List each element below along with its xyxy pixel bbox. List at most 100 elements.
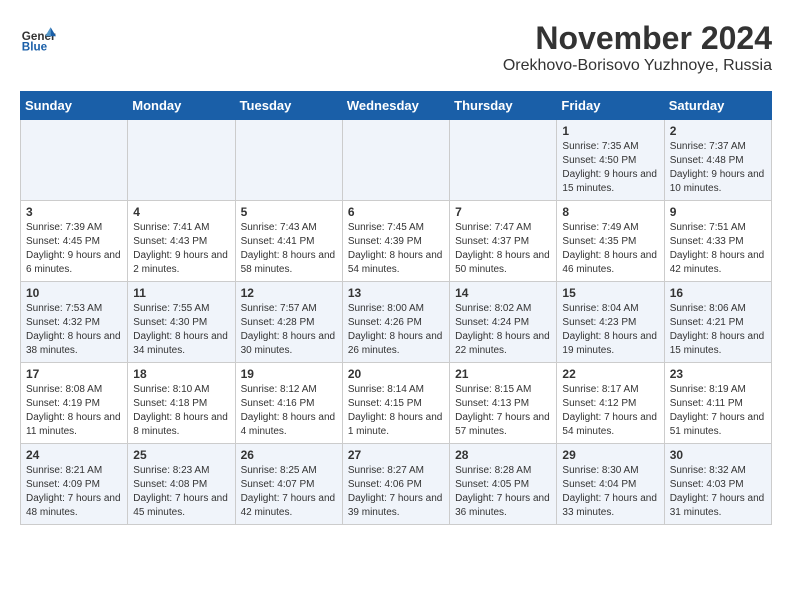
svg-text:Blue: Blue xyxy=(22,41,48,54)
day-info: Sunrise: 7:47 AM Sunset: 4:37 PM Dayligh… xyxy=(455,221,551,277)
calendar-cell: 12 Sunrise: 7:57 AM Sunset: 4:28 PM Dayli… xyxy=(235,282,342,363)
day-number: 12 xyxy=(241,286,337,300)
calendar-cell xyxy=(21,120,128,201)
calendar-body: 1 Sunrise: 7:35 AM Sunset: 4:50 PM Daylig… xyxy=(21,120,772,525)
calendar-cell: 13Sunrise: 8:00 AM Sunset: 4:26 PM Dayli… xyxy=(342,282,449,363)
day-number: 9 xyxy=(670,205,766,219)
day-info: Sunrise: 8:04 AM Sunset: 4:23 PM Dayligh… xyxy=(562,302,658,358)
day-number: 6 xyxy=(348,205,444,219)
calendar-cell: 30 Sunrise: 8:32 AM Sunset: 4:03 PM Dayli… xyxy=(664,444,771,525)
day-number: 22 xyxy=(562,367,658,381)
day-number: 24 xyxy=(26,448,122,462)
day-number: 18 xyxy=(133,367,229,381)
day-info: Sunrise: 8:15 AM Sunset: 4:13 PM Dayligh… xyxy=(455,383,551,439)
calendar-cell xyxy=(128,120,235,201)
calendar-week-5: 24 Sunrise: 8:21 AM Sunset: 4:09 PM Dayli… xyxy=(21,444,772,525)
calendar-cell: 19 Sunrise: 8:12 AM Sunset: 4:16 PM Dayli… xyxy=(235,363,342,444)
day-info: Sunrise: 7:39 AM Sunset: 4:45 PM Dayligh… xyxy=(26,221,122,277)
day-number: 28 xyxy=(455,448,551,462)
calendar-cell: 22 Sunrise: 8:17 AM Sunset: 4:12 PM Dayli… xyxy=(557,363,664,444)
day-info: Sunrise: 8:27 AM Sunset: 4:06 PM Dayligh… xyxy=(348,464,444,520)
calendar-cell: 28 Sunrise: 8:28 AM Sunset: 4:05 PM Dayli… xyxy=(450,444,557,525)
calendar-cell xyxy=(450,120,557,201)
day-number: 23 xyxy=(670,367,766,381)
day-number: 15 xyxy=(562,286,658,300)
calendar-cell: 5 Sunrise: 7:43 AM Sunset: 4:41 PM Daylig… xyxy=(235,201,342,282)
day-number: 5 xyxy=(241,205,337,219)
day-info: Sunrise: 8:02 AM Sunset: 4:24 PM Dayligh… xyxy=(455,302,551,358)
day-info: Sunrise: 8:12 AM Sunset: 4:16 PM Dayligh… xyxy=(241,383,337,439)
calendar-cell: 18 Sunrise: 8:10 AM Sunset: 4:18 PM Dayli… xyxy=(128,363,235,444)
day-info: Sunrise: 8:10 AM Sunset: 4:18 PM Dayligh… xyxy=(133,383,229,439)
day-info: Sunrise: 8:06 AM Sunset: 4:21 PM Dayligh… xyxy=(670,302,766,358)
day-info: Sunrise: 8:23 AM Sunset: 4:08 PM Dayligh… xyxy=(133,464,229,520)
calendar-cell: 16 Sunrise: 8:06 AM Sunset: 4:21 PM Dayli… xyxy=(664,282,771,363)
day-info: Sunrise: 8:30 AM Sunset: 4:04 PM Dayligh… xyxy=(562,464,658,520)
day-number: 3 xyxy=(26,205,122,219)
calendar-cell xyxy=(342,120,449,201)
day-info: Sunrise: 7:51 AM Sunset: 4:33 PM Dayligh… xyxy=(670,221,766,277)
day-number: 11 xyxy=(133,286,229,300)
day-info: Sunrise: 8:32 AM Sunset: 4:03 PM Dayligh… xyxy=(670,464,766,520)
day-info: Sunrise: 7:37 AM Sunset: 4:48 PM Dayligh… xyxy=(670,140,766,196)
calendar-cell: 24 Sunrise: 8:21 AM Sunset: 4:09 PM Dayli… xyxy=(21,444,128,525)
day-info: Sunrise: 7:55 AM Sunset: 4:30 PM Dayligh… xyxy=(133,302,229,358)
calendar-week-1: 1 Sunrise: 7:35 AM Sunset: 4:50 PM Daylig… xyxy=(21,120,772,201)
day-number: 2 xyxy=(670,124,766,138)
day-number: 30 xyxy=(670,448,766,462)
calendar-cell: 17Sunrise: 8:08 AM Sunset: 4:19 PM Dayli… xyxy=(21,363,128,444)
calendar-cell: 15 Sunrise: 8:04 AM Sunset: 4:23 PM Dayli… xyxy=(557,282,664,363)
day-number: 1 xyxy=(562,124,658,138)
calendar-cell: 8 Sunrise: 7:49 AM Sunset: 4:35 PM Daylig… xyxy=(557,201,664,282)
calendar-table: SundayMondayTuesdayWednesdayThursdayFrid… xyxy=(20,91,772,525)
day-info: Sunrise: 8:14 AM Sunset: 4:15 PM Dayligh… xyxy=(348,383,444,439)
day-number: 16 xyxy=(670,286,766,300)
day-number: 19 xyxy=(241,367,337,381)
calendar-cell: 9 Sunrise: 7:51 AM Sunset: 4:33 PM Daylig… xyxy=(664,201,771,282)
day-info: Sunrise: 7:49 AM Sunset: 4:35 PM Dayligh… xyxy=(562,221,658,277)
day-number: 14 xyxy=(455,286,551,300)
day-info: Sunrise: 8:28 AM Sunset: 4:05 PM Dayligh… xyxy=(455,464,551,520)
day-info: Sunrise: 7:35 AM Sunset: 4:50 PM Dayligh… xyxy=(562,140,658,196)
day-info: Sunrise: 8:17 AM Sunset: 4:12 PM Dayligh… xyxy=(562,383,658,439)
month-title: November 2024 xyxy=(503,20,772,57)
logo-icon: General Blue xyxy=(20,20,56,56)
location-title: Orekhovo-Borisovo Yuzhnoye, Russia xyxy=(503,57,772,75)
day-info: Sunrise: 7:53 AM Sunset: 4:32 PM Dayligh… xyxy=(26,302,122,358)
day-info: Sunrise: 8:08 AM Sunset: 4:19 PM Dayligh… xyxy=(26,383,122,439)
day-info: Sunrise: 7:43 AM Sunset: 4:41 PM Dayligh… xyxy=(241,221,337,277)
day-number: 21 xyxy=(455,367,551,381)
calendar-cell: 26Sunrise: 8:25 AM Sunset: 4:07 PM Dayli… xyxy=(235,444,342,525)
day-info: Sunrise: 8:19 AM Sunset: 4:11 PM Dayligh… xyxy=(670,383,766,439)
day-info: Sunrise: 7:57 AM Sunset: 4:28 PM Dayligh… xyxy=(241,302,337,358)
calendar-cell: 3 Sunrise: 7:39 AM Sunset: 4:45 PM Daylig… xyxy=(21,201,128,282)
weekday-wednesday: Wednesday xyxy=(342,92,449,120)
day-info: Sunrise: 7:45 AM Sunset: 4:39 PM Dayligh… xyxy=(348,221,444,277)
calendar-cell: 29Sunrise: 8:30 AM Sunset: 4:04 PM Dayli… xyxy=(557,444,664,525)
calendar-cell: 27Sunrise: 8:27 AM Sunset: 4:06 PM Dayli… xyxy=(342,444,449,525)
calendar-cell: 6 Sunrise: 7:45 AM Sunset: 4:39 PM Daylig… xyxy=(342,201,449,282)
calendar-cell: 20 Sunrise: 8:14 AM Sunset: 4:15 PM Dayli… xyxy=(342,363,449,444)
day-number: 7 xyxy=(455,205,551,219)
weekday-thursday: Thursday xyxy=(450,92,557,120)
day-number: 10 xyxy=(26,286,122,300)
logo: General Blue xyxy=(20,20,60,56)
day-number: 26 xyxy=(241,448,337,462)
title-section: November 2024 Orekhovo-Borisovo Yuzhnoye… xyxy=(503,20,772,75)
weekday-monday: Monday xyxy=(128,92,235,120)
calendar-week-3: 10 Sunrise: 7:53 AM Sunset: 4:32 PM Dayli… xyxy=(21,282,772,363)
calendar-cell: 4Sunrise: 7:41 AM Sunset: 4:43 PM Daylig… xyxy=(128,201,235,282)
day-number: 20 xyxy=(348,367,444,381)
weekday-tuesday: Tuesday xyxy=(235,92,342,120)
weekday-friday: Friday xyxy=(557,92,664,120)
day-number: 25 xyxy=(133,448,229,462)
day-info: Sunrise: 7:41 AM Sunset: 4:43 PM Dayligh… xyxy=(133,221,229,277)
calendar-cell: 14 Sunrise: 8:02 AM Sunset: 4:24 PM Dayli… xyxy=(450,282,557,363)
day-info: Sunrise: 8:21 AM Sunset: 4:09 PM Dayligh… xyxy=(26,464,122,520)
weekday-saturday: Saturday xyxy=(664,92,771,120)
calendar-cell: 23 Sunrise: 8:19 AM Sunset: 4:11 PM Dayli… xyxy=(664,363,771,444)
calendar-cell: 1 Sunrise: 7:35 AM Sunset: 4:50 PM Daylig… xyxy=(557,120,664,201)
calendar-cell: 2 Sunrise: 7:37 AM Sunset: 4:48 PM Daylig… xyxy=(664,120,771,201)
calendar-cell: 21 Sunrise: 8:15 AM Sunset: 4:13 PM Dayli… xyxy=(450,363,557,444)
day-number: 8 xyxy=(562,205,658,219)
